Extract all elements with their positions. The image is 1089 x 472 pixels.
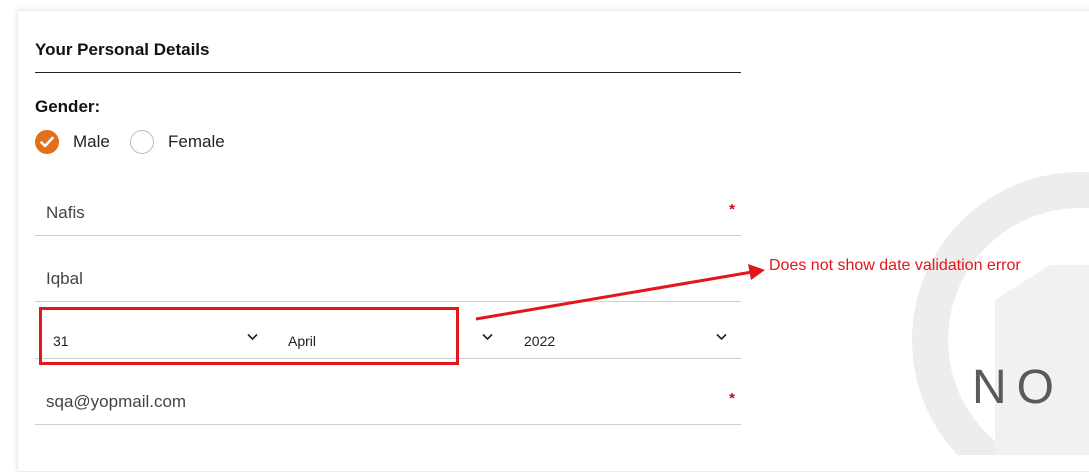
- annotation-text: Does not show date validation error: [769, 257, 1021, 274]
- annotation-arrow-icon: [475, 264, 765, 321]
